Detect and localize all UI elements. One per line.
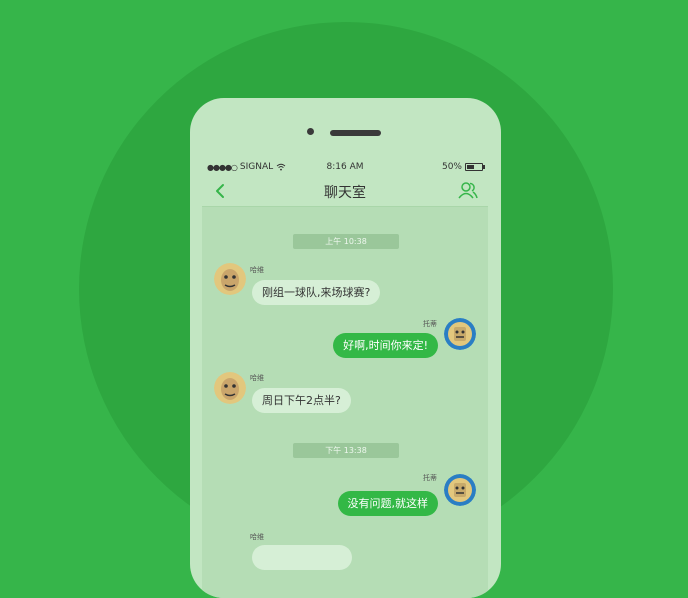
message-bubble-incoming[interactable] xyxy=(252,545,352,570)
front-camera xyxy=(307,128,314,135)
battery-percent: 50% xyxy=(441,162,462,172)
sender-name: 哈维 xyxy=(250,266,264,274)
message-bubble-outgoing[interactable]: 没有问题,就这样 xyxy=(337,491,438,516)
sender-name: 哈维 xyxy=(250,374,264,382)
avatar-havi xyxy=(214,372,246,404)
message-bubble-incoming[interactable]: 周日下午2点半? xyxy=(252,388,351,413)
battery-icon xyxy=(465,163,485,171)
message-bubble-incoming[interactable]: 刚组一球队,来场球赛? xyxy=(252,280,381,305)
speaker-grill xyxy=(330,130,381,136)
status-bar: ●●●●○ SIGNAL 8:16 AM 50% xyxy=(202,159,488,175)
avatar-totti xyxy=(444,318,476,350)
group-icon[interactable] xyxy=(458,181,478,199)
avatar-havi xyxy=(214,263,246,295)
sender-name: 哈维 xyxy=(250,533,264,541)
page-title: 聊天室 xyxy=(324,185,366,201)
sender-name: 托蒂 xyxy=(423,474,437,482)
sender-name: 托蒂 xyxy=(423,320,437,328)
timestamp-pill: 上午 10:38 xyxy=(293,234,399,249)
message-bubble-outgoing[interactable]: 好啊,时间你来定! xyxy=(333,333,438,358)
battery-level xyxy=(467,165,474,169)
avatar-totti xyxy=(444,474,476,506)
timestamp-pill: 下午 13:38 xyxy=(293,443,399,458)
phone-screen: ●●●●○ SIGNAL 8:16 AM 50% 聊天室 上午 10:38 哈维… xyxy=(202,159,488,598)
phone-frame: ●●●●○ SIGNAL 8:16 AM 50% 聊天室 上午 10:38 哈维… xyxy=(190,98,501,598)
nav-bar: 聊天室 xyxy=(202,175,488,207)
